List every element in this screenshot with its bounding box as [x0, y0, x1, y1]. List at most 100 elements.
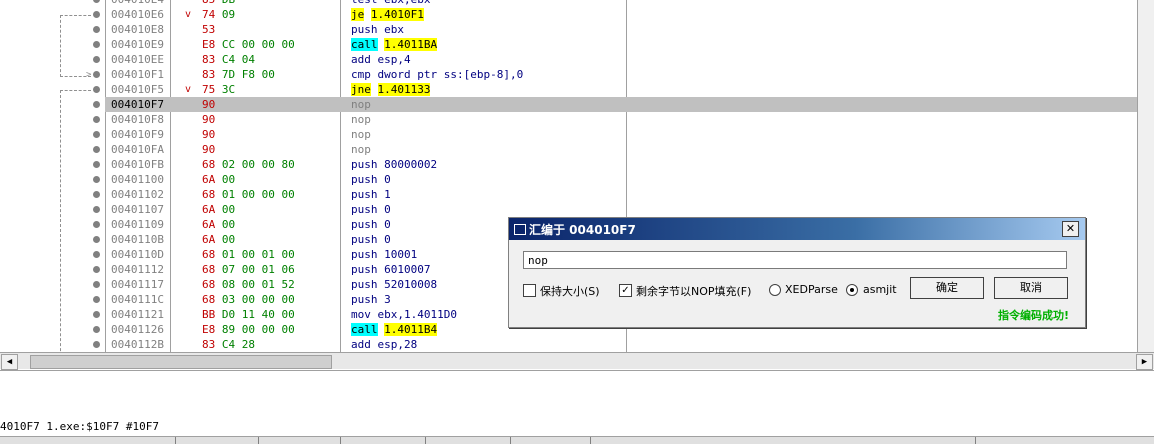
breakpoint-dot-icon[interactable] [93, 11, 100, 18]
operands: 0 [384, 218, 391, 231]
operands: esp,28 [377, 338, 418, 351]
opcode-bytes: 85 DB [202, 0, 235, 7]
instruction-row[interactable]: 004010F9 90 nop [105, 127, 1137, 142]
instruction-row[interactable]: 004010F7 90 nop [105, 97, 1137, 112]
breakpoint-dot-icon[interactable] [93, 56, 100, 63]
instruction-row[interactable]: 004010F5 75 3C jne 1.401133 [105, 82, 1137, 97]
breakpoint-dot-icon[interactable] [93, 26, 100, 33]
breakpoint-dot-icon[interactable] [93, 266, 100, 273]
breakpoint-dot-icon[interactable] [93, 116, 100, 123]
opcode-bytes: 6A 00 [202, 232, 235, 247]
horizontal-scrollbar[interactable]: ◀ ▶ [0, 352, 1154, 370]
opcode-bytes: E8 CC 00 00 00 [202, 37, 295, 52]
breakpoint-dot-icon[interactable] [93, 236, 100, 243]
breakpoint-dot-icon[interactable] [93, 311, 100, 318]
mnemonic: cmp [351, 68, 371, 81]
opcode-first-byte: 53 [202, 23, 216, 36]
opcode-rest-bytes: 01 00 00 00 [215, 188, 295, 201]
mnemonic: push [351, 203, 378, 216]
disassembly-text: push 3 [351, 292, 391, 307]
opcode-rest-bytes: D0 11 40 00 [215, 308, 295, 321]
opcode-first-byte: 90 [202, 98, 216, 111]
opcode-bytes: 83 C4 28 [202, 337, 255, 352]
address-info-line: 4010F7 1.exe:$10F7 #10F7 [0, 420, 159, 433]
instruction-row[interactable]: 004010F8 90 nop [105, 112, 1137, 127]
mnemonic: push [351, 188, 378, 201]
xedparse-radio[interactable] [769, 284, 781, 296]
operands: ebx,ebx [384, 0, 430, 6]
opcode-bytes: 68 01 00 00 00 [202, 187, 295, 202]
breakpoint-dot-icon[interactable] [93, 0, 100, 3]
disassembly-text: push 0 [351, 217, 391, 232]
opcode-bytes: 90 [202, 127, 215, 142]
vertical-scrollbar[interactable] [1137, 0, 1154, 352]
radio-selected-dot [850, 288, 854, 292]
instruction-row[interactable]: 004010E8 53 push ebx [105, 22, 1137, 37]
instruction-row[interactable]: 004010E6 74 09 je 1.4010F1 [105, 7, 1137, 22]
breakpoint-dot-icon[interactable] [93, 161, 100, 168]
instruction-row[interactable]: 004010FA 90 nop [105, 142, 1137, 157]
breakpoint-dot-icon[interactable] [93, 221, 100, 228]
operands: 10001 [384, 248, 418, 261]
dialog-title-bar[interactable]: 汇编于 004010F7 ✕ [509, 218, 1085, 240]
ok-button[interactable]: 确定 [910, 277, 984, 299]
breakpoint-dot-icon[interactable] [93, 281, 100, 288]
breakpoint-dot-icon[interactable] [93, 86, 100, 93]
scroll-left-icon[interactable]: ◀ [1, 354, 18, 370]
breakpoint-dot-icon[interactable] [93, 251, 100, 258]
instruction-row[interactable]: 004010FB 68 02 00 00 80 push 80000002 [105, 157, 1137, 172]
instruction-row[interactable]: 00401107 6A 00 push 0 [105, 202, 1137, 217]
breakpoint-dot-icon[interactable] [93, 206, 100, 213]
opcode-first-byte: 85 [202, 0, 215, 6]
operands: 1.4010F1 [370, 8, 424, 21]
breakpoint-dot-icon[interactable] [93, 326, 100, 333]
instruction-row[interactable]: 0040112B 83 C4 28 add esp,28 [105, 337, 1137, 352]
breakpoint-dot-icon[interactable] [93, 131, 100, 138]
opcode-rest-bytes: DB [215, 0, 235, 6]
scroll-right-icon[interactable]: ▶ [1136, 354, 1153, 370]
disassembly-text: jne 1.401133 [351, 82, 431, 97]
opcode-rest-bytes: 7D F8 00 [215, 68, 275, 81]
breakpoint-dot-icon[interactable] [93, 296, 100, 303]
instruction-row[interactable]: 004010EE 83 C4 04 add esp,4 [105, 52, 1137, 67]
opcode-first-byte: E8 [202, 38, 216, 51]
mnemonic: push [351, 23, 378, 36]
breakpoint-dot-icon[interactable] [93, 71, 100, 78]
breakpoint-dot-icon[interactable] [93, 41, 100, 48]
breakpoint-dot-icon[interactable] [93, 341, 100, 348]
keep-size-checkbox[interactable] [523, 284, 536, 297]
opcode-first-byte: BB [202, 308, 216, 321]
disassembly-text: push 80000002 [351, 157, 437, 172]
breakpoint-dot-icon[interactable] [93, 146, 100, 153]
keep-size-label: 保持大小(S) [540, 285, 600, 298]
disassembly-text: nop [351, 112, 371, 127]
opcode-first-byte: 68 [202, 188, 216, 201]
info-pane: 4010F7 1.exe:$10F7 #10F7 [0, 370, 1154, 437]
instruction-row[interactable]: 004010F1 83 7D F8 00 cmp dword ptr ss:[ebp… [105, 67, 1137, 82]
opcode-rest-bytes: 00 [215, 233, 236, 246]
instruction-row[interactable]: 00401100 6A 00 push 0 [105, 172, 1137, 187]
instruction-row[interactable]: 004010E4 85 DB test ebx,ebx [105, 0, 1137, 7]
instruction-row[interactable]: 00401102 68 01 00 00 00 push 1 [105, 187, 1137, 202]
scroll-thumb[interactable] [30, 355, 332, 369]
asmjit-radio[interactable] [846, 284, 858, 296]
dialog-title: 汇编于 004010F7 [529, 223, 636, 237]
opcode-bytes: 68 02 00 00 80 [202, 157, 295, 172]
breakpoint-dot-icon[interactable] [93, 101, 100, 108]
cancel-button[interactable]: 取消 [994, 277, 1068, 299]
opcode-first-byte: 83 [202, 53, 216, 66]
breakpoint-dot-icon[interactable] [93, 176, 100, 183]
address: 004010E8 [111, 23, 164, 36]
encode-status: 指令编码成功! [997, 309, 1069, 322]
opcode-rest-bytes: 00 [215, 173, 236, 186]
operands: ebx [384, 23, 404, 36]
address: 0040111C [111, 293, 164, 306]
fill-nop-checkbox[interactable]: ✓ [619, 284, 632, 297]
disassembly-text: push 52010008 [351, 277, 437, 292]
close-button[interactable]: ✕ [1062, 221, 1079, 237]
assembly-input[interactable] [523, 251, 1067, 269]
instruction-row[interactable]: 004010E9 E8 CC 00 00 00 call 1.4011BA [105, 37, 1137, 52]
breakpoint-dot-icon[interactable] [93, 191, 100, 198]
address: 004010E9 [111, 38, 164, 51]
operands: 1.4011B4 [384, 323, 438, 336]
